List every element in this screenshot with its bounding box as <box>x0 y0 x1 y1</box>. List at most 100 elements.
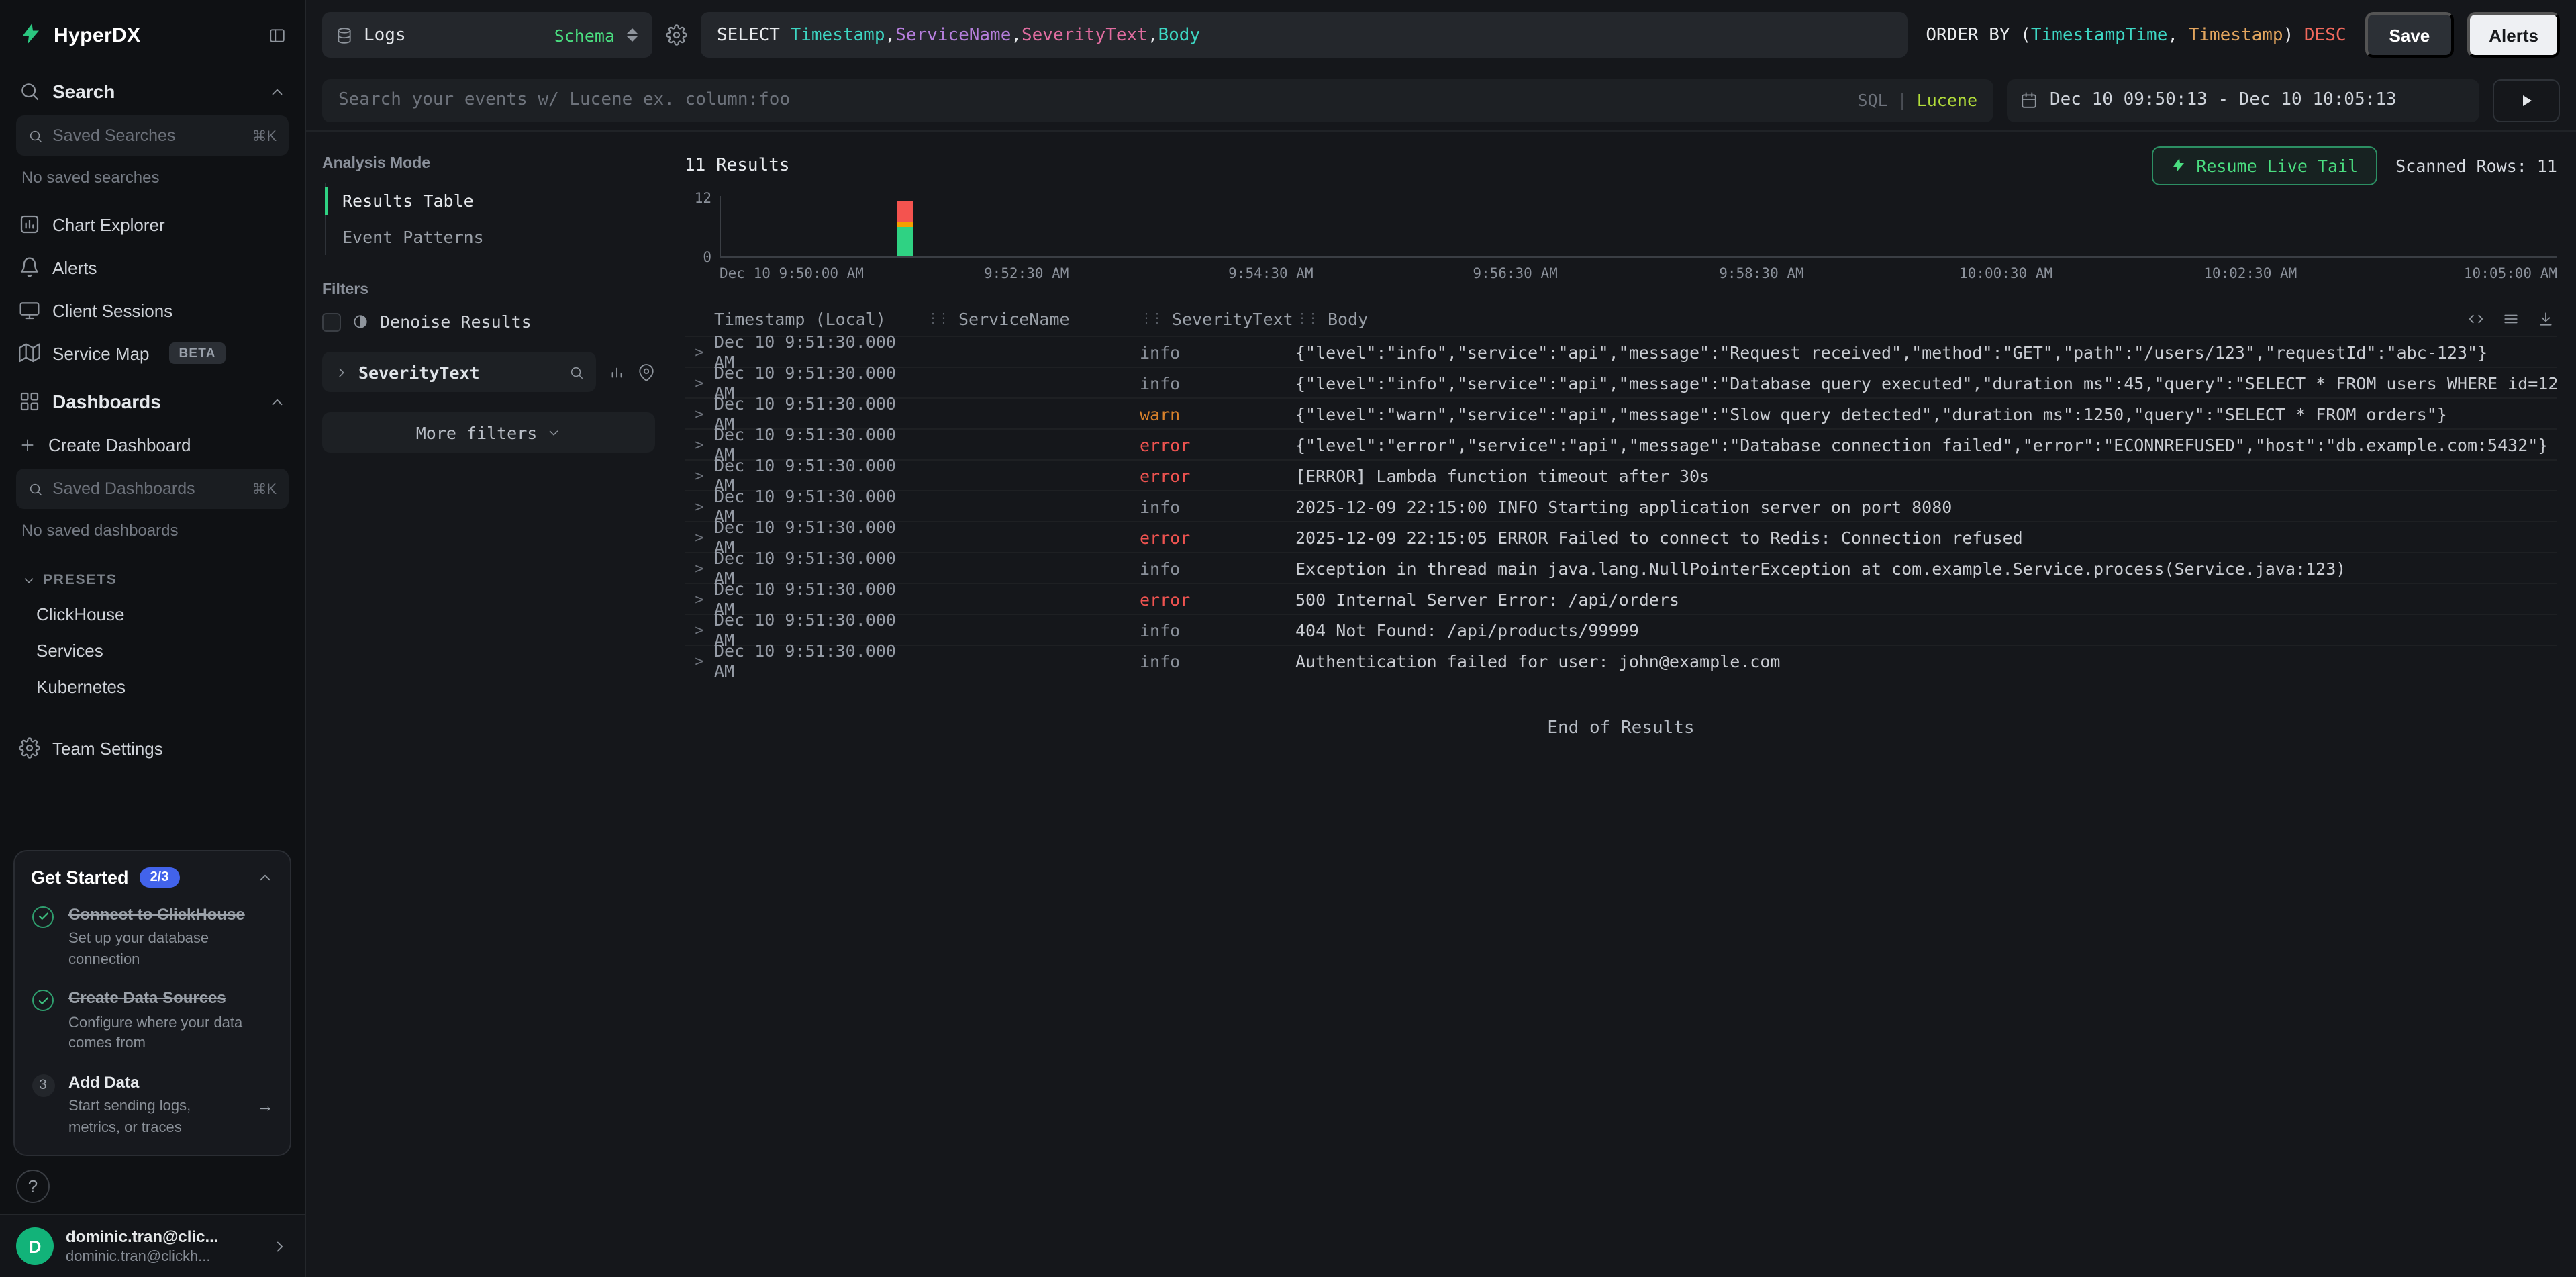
presets-label: PRESETS <box>43 572 117 588</box>
mode-results-table[interactable]: Results Table <box>326 183 655 219</box>
beta-badge: BETA <box>170 342 226 364</box>
table-row[interactable]: > Dec 10 9:51:30.000 AM info {"level":"i… <box>685 367 2557 397</box>
chart-x-label: 10:05:00 AM <box>2464 266 2557 282</box>
mode-sql[interactable]: SQL <box>1857 90 1887 110</box>
source-settings-gear-icon[interactable] <box>666 24 687 46</box>
alerts-button[interactable]: Alerts <box>2467 12 2560 58</box>
row-expander-icon[interactable]: > <box>685 343 714 361</box>
row-severity: info <box>1140 373 1295 393</box>
scanned-rows: Scanned Rows: 11 <box>2395 155 2557 175</box>
sidebar-collapse-icon[interactable] <box>268 26 286 44</box>
event-search-box[interactable]: SQL | Lucene <box>322 79 1993 122</box>
chevron-up-icon[interactable] <box>268 393 286 410</box>
source-selector[interactable]: Logs Schema <box>322 12 652 58</box>
chevron-down-icon <box>546 425 561 440</box>
sidebar-nav-item[interactable]: Client Sessions <box>0 289 305 332</box>
row-body: {"level":"warn","service":"api","message… <box>1295 404 2557 424</box>
row-expander-icon[interactable]: > <box>685 467 714 484</box>
presets-header[interactable]: PRESETS <box>0 556 305 596</box>
search-input[interactable] <box>338 90 1846 110</box>
row-expander-icon[interactable]: > <box>685 590 714 608</box>
column-severitytext[interactable]: ⋮⋮SeverityText <box>1140 308 1295 328</box>
filters-header: Filters <box>322 282 655 298</box>
chevron-up-icon[interactable] <box>268 83 286 100</box>
row-severity: error <box>1140 434 1295 455</box>
table-row[interactable]: > Dec 10 9:51:30.000 AM error [ERROR] La… <box>685 459 2557 490</box>
resume-live-tail-button[interactable]: Resume Live Tail <box>2152 146 2377 185</box>
chart-bar[interactable] <box>897 201 913 257</box>
results-histogram: 12 0 Dec 10 9:50:00 AM9:52:30 AM9:54:30 … <box>685 196 2557 287</box>
pin-icon[interactable] <box>638 363 655 381</box>
chevron-up-icon[interactable] <box>256 869 274 886</box>
preset-item[interactable]: Kubernetes <box>0 669 305 705</box>
run-query-button[interactable] <box>2493 79 2560 122</box>
save-button[interactable]: Save <box>2365 12 2455 58</box>
preset-item[interactable]: Services <box>0 632 305 669</box>
query-token: , <box>885 25 896 45</box>
get-started-item[interactable]: Connect to ClickHouse Set up your databa… <box>31 905 274 972</box>
row-expander-icon[interactable]: > <box>685 559 714 577</box>
sidebar-nav-item[interactable]: Chart Explorer <box>0 203 305 246</box>
order-by-clause[interactable]: ORDER BY (TimestampTime, Timestamp) DESC <box>1926 25 2346 45</box>
sql-query-input[interactable]: SELECT Timestamp,ServiceName,SeverityTex… <box>701 12 1907 58</box>
row-expander-icon[interactable]: > <box>685 621 714 638</box>
table-row[interactable]: > Dec 10 9:51:30.000 AM error 2025-12-09… <box>685 521 2557 552</box>
table-row[interactable]: > Dec 10 9:51:30.000 AM info Authenticat… <box>685 645 2557 675</box>
row-expander-icon[interactable]: > <box>685 528 714 546</box>
get-started-item[interactable]: 3 Add Data Start sending logs, metrics, … <box>31 1072 274 1139</box>
table-row[interactable]: > Dec 10 9:51:30.000 AM info Exception i… <box>685 552 2557 583</box>
query-token: Timestamp <box>791 25 885 45</box>
chart-plot[interactable] <box>720 196 2557 258</box>
plus-icon <box>19 436 36 453</box>
preset-item[interactable]: ClickHouse <box>0 596 305 632</box>
sidebar-section-search[interactable]: Search <box>0 70 305 113</box>
mode-lucene[interactable]: Lucene <box>1917 90 1977 110</box>
mode-event-patterns[interactable]: Event Patterns <box>326 219 655 255</box>
row-expander-icon[interactable]: > <box>685 498 714 515</box>
denoise-checkbox[interactable] <box>322 312 341 331</box>
query-token: DESC <box>2293 25 2346 45</box>
sidebar-nav-item[interactable]: Service Map BETA <box>0 332 305 375</box>
row-expander-icon[interactable]: > <box>685 405 714 422</box>
column-servicename[interactable]: ⋮⋮ServiceName <box>926 308 1140 328</box>
gear-icon <box>19 737 40 759</box>
table-row[interactable]: > Dec 10 9:51:30.000 AM info 2025-12-09 … <box>685 490 2557 521</box>
user-menu[interactable]: D dominic.tran@clic... dominic.tran@clic… <box>0 1214 305 1277</box>
create-dashboard-button[interactable]: Create Dashboard <box>0 423 305 466</box>
column-timestamp[interactable]: Timestamp (Local) <box>714 308 926 328</box>
code-view-icon[interactable] <box>2467 310 2485 327</box>
sidebar-nav-label: Chart Explorer <box>52 214 165 234</box>
table-row[interactable]: > Dec 10 9:51:30.000 AM error {"level":"… <box>685 428 2557 459</box>
get-started-item[interactable]: Create Data Sources Configure where your… <box>31 989 274 1055</box>
more-filters-button[interactable]: More filters <box>322 412 655 453</box>
column-body[interactable]: ⋮⋮Body <box>1295 308 2455 328</box>
chart-icon[interactable] <box>608 363 626 381</box>
row-body: 500 Internal Server Error: /api/orders <box>1295 589 2557 609</box>
row-severity: warn <box>1140 404 1295 424</box>
row-expander-icon[interactable]: > <box>685 652 714 669</box>
row-expander-icon[interactable]: > <box>685 436 714 453</box>
denoise-label[interactable]: Denoise Results <box>380 312 532 332</box>
download-icon[interactable] <box>2537 310 2555 327</box>
drag-handle-icon[interactable]: ⋮⋮ <box>1295 311 1320 326</box>
date-range-picker[interactable]: Dec 10 09:50:13 - Dec 10 10:05:13 <box>2007 79 2479 122</box>
help-button[interactable]: ? <box>16 1170 50 1203</box>
table-row[interactable]: > Dec 10 9:51:30.000 AM info 404 Not Fou… <box>685 614 2557 645</box>
row-density-icon[interactable] <box>2502 310 2520 327</box>
drag-handle-icon[interactable]: ⋮⋮ <box>926 311 950 326</box>
saved-searches-input[interactable]: Saved Searches ⌘K <box>16 115 289 156</box>
table-row[interactable]: > Dec 10 9:51:30.000 AM info {"level":"i… <box>685 336 2557 367</box>
severity-filter[interactable]: SeverityText <box>322 352 596 392</box>
sidebar-section-dashboards[interactable]: Dashboards <box>0 380 305 423</box>
sidebar-nav-label: Alerts <box>52 257 97 277</box>
get-started-item-body: Connect to ClickHouse Set up your databa… <box>68 905 274 972</box>
table-row[interactable]: > Dec 10 9:51:30.000 AM error 500 Intern… <box>685 583 2557 614</box>
user-meta: dominic.tran@clic... dominic.tran@clickh… <box>66 1227 259 1264</box>
user-name: dominic.tran@clic... <box>66 1227 259 1248</box>
table-row[interactable]: > Dec 10 9:51:30.000 AM warn {"level":"w… <box>685 397 2557 428</box>
sidebar-nav-item[interactable]: Alerts <box>0 246 305 289</box>
team-settings-button[interactable]: Team Settings <box>0 726 305 769</box>
saved-dashboards-input[interactable]: Saved Dashboards ⌘K <box>16 469 289 509</box>
drag-handle-icon[interactable]: ⋮⋮ <box>1140 311 1164 326</box>
row-expander-icon[interactable]: > <box>685 374 714 391</box>
